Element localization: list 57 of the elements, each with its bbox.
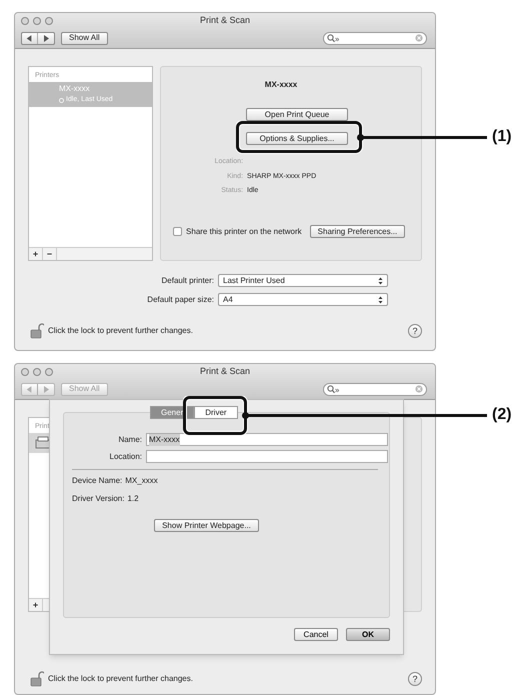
share-checkbox[interactable] (173, 227, 182, 236)
dropdown[interactable]: A4 (218, 293, 388, 306)
help-button[interactable]: ? (408, 672, 422, 686)
callout-label: (1) (492, 129, 512, 145)
search-icon (327, 384, 339, 394)
printer-title: MX-xxxx (264, 79, 298, 91)
add-button[interactable]: + (29, 599, 43, 611)
open-print-queue-button[interactable]: Open Print Queue (246, 108, 348, 121)
search-field[interactable] (323, 32, 427, 44)
remove-button[interactable]: − (43, 248, 57, 260)
printer-icon (35, 436, 51, 450)
ok-button[interactable]: OK (346, 628, 390, 641)
close-icon[interactable] (21, 17, 29, 25)
search-icon (327, 34, 339, 42)
zoom-icon[interactable] (45, 17, 53, 25)
close-icon[interactable] (21, 368, 29, 376)
field-label: Name: (117, 434, 142, 446)
options-supplies-button[interactable]: Options & Supplies... (246, 132, 348, 145)
lock-message: Click the lock to prevent further changes. (48, 325, 193, 337)
stepper-arrows-icon (378, 296, 383, 304)
window-title: Print & Scan (198, 365, 252, 378)
field-label: Driver Version: (72, 493, 124, 505)
printer-name: MX-xxxx (59, 83, 91, 95)
field-label: Default paper size: (146, 294, 214, 306)
add-button[interactable]: + (29, 248, 43, 260)
stepper-arrows-icon (378, 276, 383, 284)
field-label: Location: (108, 450, 142, 462)
status-dot-icon (59, 98, 64, 103)
clear-icon[interactable] (415, 385, 423, 393)
zoom-icon[interactable] (45, 368, 53, 376)
text-field[interactable] (146, 450, 388, 463)
show-printer-webpage-button[interactable]: Show Printer Webpage... (154, 519, 259, 532)
sharing-preferences-button[interactable]: Sharing Preferences... (310, 225, 406, 238)
cancel-button[interactable]: Cancel (294, 628, 338, 641)
field-value: MX_xxxx (125, 475, 158, 487)
dropdown-value: A4 (223, 294, 233, 306)
dropdown-value: Last Printer Used (223, 274, 285, 286)
navigation-arrows[interactable] (21, 32, 55, 44)
unlocked-padlock-icon[interactable] (30, 671, 44, 687)
tab[interactable]: Driver (194, 406, 238, 419)
field-value: MX-xxxx (149, 434, 180, 446)
callout-label: (2) (492, 407, 512, 423)
lock-message: Click the lock to prevent further changes. (48, 673, 193, 685)
minimize-icon[interactable] (33, 17, 41, 25)
dropdown[interactable]: Last Printer Used (218, 274, 388, 287)
help-button[interactable]: ? (408, 324, 422, 338)
unlocked-padlock-icon[interactable] (30, 323, 44, 339)
window-title: Print & Scan (198, 14, 252, 28)
clear-icon[interactable] (415, 34, 423, 42)
search-field[interactable] (323, 382, 427, 396)
field-label: Default printer: (160, 274, 214, 286)
field-label: Device Name: (72, 475, 122, 487)
field-value: 1.2 (127, 493, 139, 505)
minimize-icon[interactable] (33, 368, 41, 376)
text-field[interactable]: MX-xxxx (146, 433, 388, 446)
show-all-button[interactable]: Show All (61, 32, 108, 44)
share-label: Share this printer on the network (186, 226, 302, 238)
